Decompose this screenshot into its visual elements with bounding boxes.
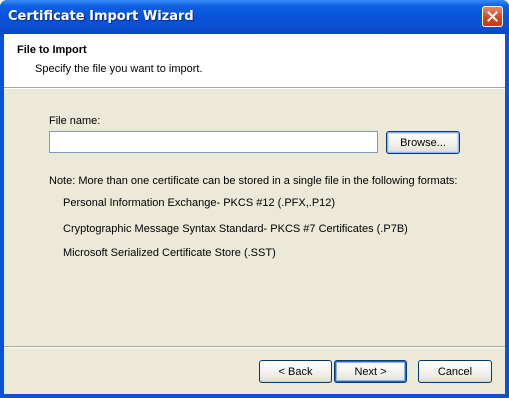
page-title: File to Import xyxy=(17,44,87,56)
title-bar[interactable]: Certificate Import Wizard xyxy=(0,0,509,34)
note-text: Note: More than one certificate can be s… xyxy=(49,175,458,187)
wizard-body: File to Import Specify the file you want… xyxy=(4,34,505,394)
file-name-label: File name: xyxy=(49,115,101,127)
cancel-button[interactable]: Cancel xyxy=(418,360,492,383)
wizard-header: File to Import Specify the file you want… xyxy=(4,34,505,87)
window-title: Certificate Import Wizard xyxy=(8,9,194,24)
close-button[interactable] xyxy=(482,6,503,27)
format-item-sst: Microsoft Serialized Certificate Store (… xyxy=(63,247,276,259)
page-subtitle: Specify the file you want to import. xyxy=(35,63,203,75)
close-icon xyxy=(487,11,498,22)
file-name-input[interactable] xyxy=(49,131,378,153)
footer-divider xyxy=(4,346,505,348)
format-item-p7b: Cryptographic Message Syntax Standard- P… xyxy=(63,223,408,235)
wizard-window: Certificate Import Wizard File to Import… xyxy=(0,0,509,398)
header-divider xyxy=(4,87,505,89)
next-button[interactable]: Next > xyxy=(334,360,407,383)
browse-button[interactable]: Browse... xyxy=(386,131,460,154)
back-button[interactable]: < Back xyxy=(259,360,332,383)
format-item-pfx: Personal Information Exchange- PKCS #12 … xyxy=(63,197,336,209)
